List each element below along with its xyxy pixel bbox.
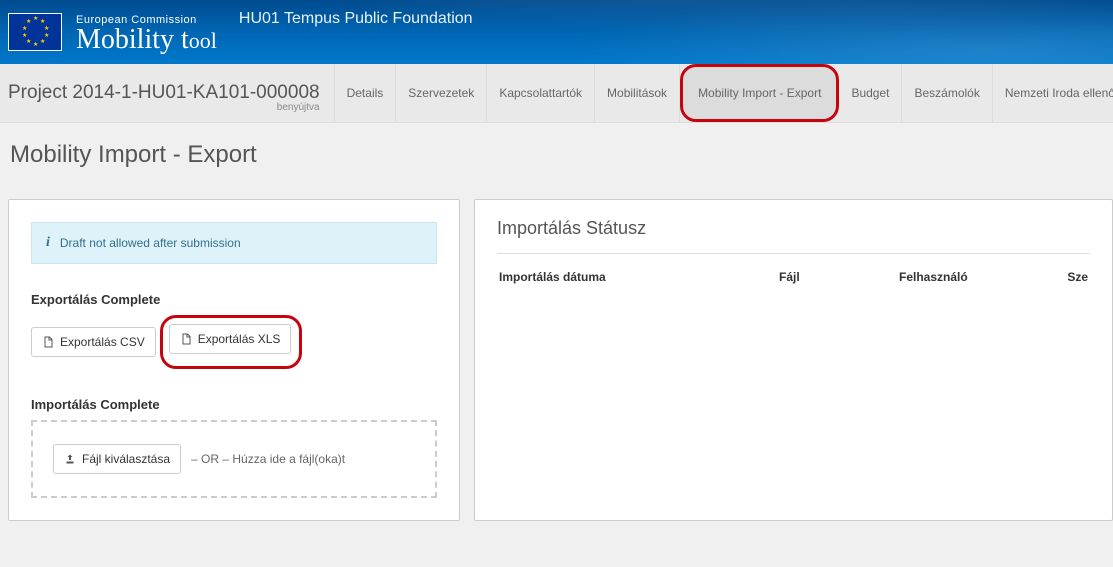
file-icon <box>42 336 54 348</box>
choose-file-button[interactable]: Fájl kiválasztása <box>53 444 181 474</box>
project-id-block: Project 2014-1-HU01-KA101-000008 benyújt… <box>0 64 335 122</box>
top-header: ★ ★ ★ ★ ★ ★ ★ ★ ★ ★ European Commission … <box>0 0 1113 64</box>
info-alert: i Draft not allowed after submission <box>31 222 437 264</box>
export-csv-label: Exportálás CSV <box>60 335 145 349</box>
tab-budget[interactable]: Budget <box>839 64 902 122</box>
export-xls-highlight: Exportálás XLS <box>160 315 303 369</box>
info-icon: i <box>46 235 50 251</box>
col-system: Sze <box>1058 270 1088 284</box>
import-section-label: Importálás Complete <box>31 397 437 412</box>
file-icon <box>180 333 192 345</box>
tab-mobilitasok[interactable]: Mobilitások <box>595 64 680 122</box>
tab-nemzeti-iroda[interactable]: Nemzeti Iroda ellenőrzése <box>993 64 1113 122</box>
col-user: Felhasználó <box>899 270 1018 284</box>
tab-szervezetek[interactable]: Szervezetek <box>396 64 487 122</box>
import-status-title: Importálás Státusz <box>497 218 1090 254</box>
file-dropzone[interactable]: Fájl kiválasztása – OR – Húzza ide a fáj… <box>31 420 437 498</box>
dropzone-text: – OR – Húzza ide a fájl(oka)t <box>191 452 345 466</box>
export-csv-button[interactable]: Exportálás CSV <box>31 327 156 357</box>
tab-details[interactable]: Details <box>335 64 397 122</box>
tab-mobility-import-export[interactable]: Mobility Import - Export <box>680 64 839 122</box>
page-title: Mobility Import - Export <box>0 123 1113 199</box>
col-import-date: Importálás dátuma <box>499 270 739 284</box>
tab-beszamolok[interactable]: Beszámolók <box>902 64 992 122</box>
choose-file-label: Fájl kiválasztása <box>82 452 170 466</box>
eu-flag-logo: ★ ★ ★ ★ ★ ★ ★ ★ ★ ★ <box>8 13 62 51</box>
export-xls-button[interactable]: Exportálás XLS <box>169 324 292 354</box>
export-xls-label: Exportálás XLS <box>198 332 281 346</box>
project-id: Project 2014-1-HU01-KA101-000008 <box>8 82 320 104</box>
brand-name: Mobility tool <box>76 26 217 54</box>
tabs: Details Szervezetek Kapcsolattartók Mobi… <box>335 64 1113 122</box>
info-alert-text: Draft not allowed after submission <box>60 236 241 250</box>
export-section-label: Exportálás Complete <box>31 292 437 307</box>
foundation-label: HU01 Tempus Public Foundation <box>239 10 473 28</box>
upload-icon <box>64 453 76 465</box>
col-file: Fájl <box>779 270 859 284</box>
import-status-panel: Importálás Státusz Importálás dátuma Fáj… <box>474 199 1113 521</box>
export-import-panel: i Draft not allowed after submission Exp… <box>8 199 460 521</box>
project-tab-bar: Project 2014-1-HU01-KA101-000008 benyújt… <box>0 64 1113 123</box>
import-status-table-head: Importálás dátuma Fájl Felhasználó Sze <box>497 254 1090 314</box>
tab-kapcsolattartok[interactable]: Kapcsolattartók <box>487 64 595 122</box>
